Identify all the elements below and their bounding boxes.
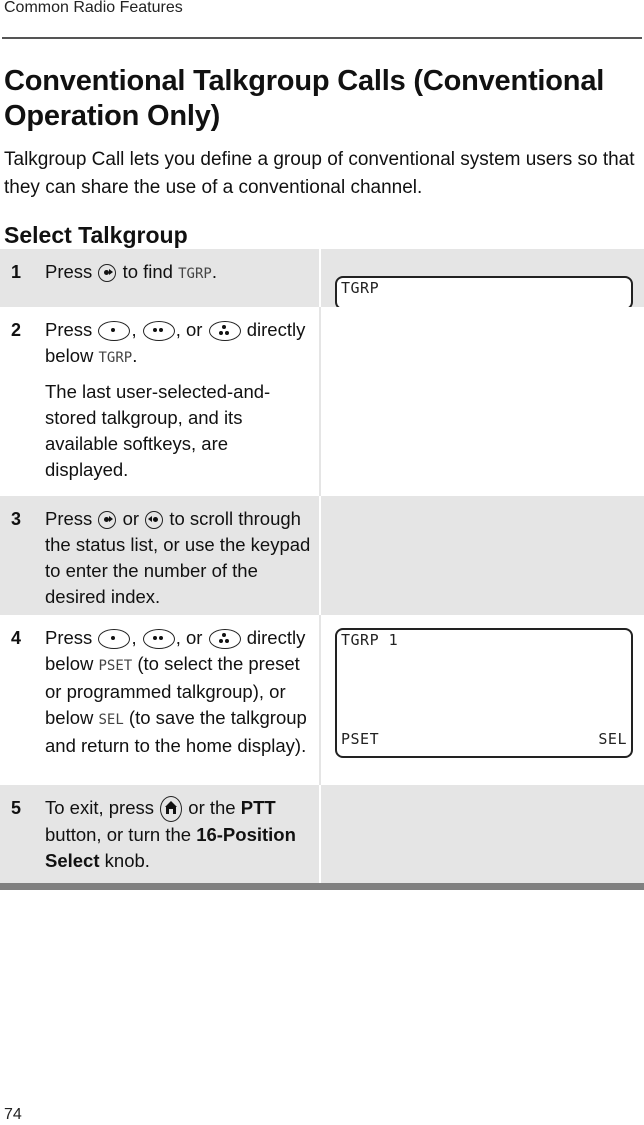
one-dot-menu-button-icon: [98, 321, 131, 342]
step-text: Press , , or directly below PSET (to sel…: [45, 627, 307, 756]
page-title: Conventional Talkgroup Calls (Convention…: [4, 65, 605, 132]
home-button-icon: [160, 796, 183, 823]
step-text: To exit, press or the PTT button, or tur…: [45, 796, 296, 872]
step-number: 4: [11, 628, 22, 648]
left-navigation-button-icon: [145, 511, 164, 530]
tgrp-label: TGRP: [178, 266, 212, 282]
section-title: Select Talkgroup: [4, 222, 188, 248]
right-navigation-button-icon: [98, 264, 117, 283]
step-instruction: 2 Press , , or directly below TGRP. The …: [0, 307, 321, 496]
step-display-cell: [321, 496, 644, 615]
step-row-3: 3 Press or to scroll through the status …: [0, 496, 644, 615]
tgrp-label: TGRP: [98, 350, 133, 366]
step-row-2: 2 Press , , or directly below TGRP. The …: [0, 307, 644, 496]
display-line-1: TGRP: [341, 279, 380, 297]
three-dot-menu-button-icon: [208, 321, 241, 342]
three-dot-menu-button-icon: [208, 629, 241, 650]
step-instruction: 5 To exit, press or the PTT button, or t…: [0, 785, 321, 883]
step-instruction: 3 Press or to scroll through the status …: [0, 496, 321, 615]
step-display-cell: TGRP 1 PSET SEL: [321, 615, 644, 785]
radio-display: TGRP 1 PSET SEL: [335, 628, 633, 758]
steps-table: 1 Press to find TGRP. TGRP 2 Press , , o…: [0, 249, 644, 883]
intro-paragraph: Talkgroup Call lets you define a group o…: [4, 149, 635, 198]
right-navigation-button-icon: [98, 511, 117, 530]
page-number: 74: [4, 1106, 22, 1123]
step-number: 2: [11, 320, 22, 340]
radio-display: TGRP: [335, 276, 633, 310]
step-note: The last user-selected-and-stored talkgr…: [45, 381, 271, 480]
header-rule: [2, 37, 642, 39]
pset-label: PSET: [98, 658, 133, 674]
two-dot-menu-button-icon: [142, 629, 175, 650]
step-number: 1: [11, 262, 22, 282]
step-display-cell: [321, 307, 644, 496]
softkey-label-left: PSET: [341, 730, 380, 748]
step-row-4: 4 Press , , or directly below PSET (to s…: [0, 615, 644, 785]
display-line-1: TGRP 1: [341, 631, 399, 649]
step-number: 5: [11, 798, 22, 818]
step-text: Press or to scroll through the status li…: [45, 508, 311, 607]
two-dot-menu-button-icon: [142, 321, 175, 342]
step-instruction: 1 Press to find TGRP.: [0, 249, 321, 307]
step-row-5: 5 To exit, press or the PTT button, or t…: [0, 785, 644, 883]
step-number: 3: [11, 509, 22, 529]
sel-label: SEL: [98, 712, 124, 728]
step-instruction: 4 Press , , or directly below PSET (to s…: [0, 615, 321, 785]
step-text: Press , , or directly below TGRP. The la…: [45, 317, 319, 488]
softkey-label-right: SEL: [598, 730, 627, 748]
step-row-1: 1 Press to find TGRP. TGRP: [0, 249, 644, 310]
table-bottom-rule: [0, 883, 644, 890]
running-head: Common Radio Features: [4, 0, 183, 16]
step-display-cell: TGRP: [321, 249, 644, 310]
one-dot-menu-button-icon: [98, 629, 131, 650]
ptt-label: PTT: [240, 797, 276, 818]
step-display-cell: [321, 785, 644, 883]
step-text: Press to find TGRP.: [45, 261, 217, 283]
